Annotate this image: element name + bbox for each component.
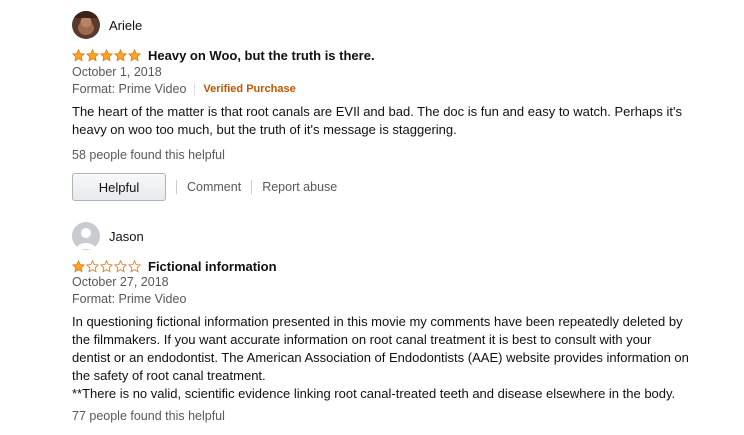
star-rating (72, 49, 142, 62)
star-filled-icon (114, 49, 127, 62)
reviewer-name[interactable]: Ariele (109, 18, 142, 33)
default-avatar-icon[interactable] (72, 222, 100, 250)
star-empty-icon (128, 260, 141, 273)
star-rating (72, 260, 142, 273)
review-title[interactable]: Fictional information (148, 259, 277, 274)
report-abuse-link[interactable]: Report abuse (262, 180, 337, 194)
star-filled-icon (100, 49, 113, 62)
format-label: Format: Prime Video (72, 292, 187, 306)
helpful-button[interactable]: Helpful (72, 173, 166, 201)
divider (251, 180, 253, 194)
review-date: October 27, 2018 (72, 275, 169, 289)
verified-purchase-badge: Verified Purchase (203, 83, 296, 95)
review-body: In questioning fictional information pre… (72, 313, 692, 403)
helpful-count: 77 people found this helpful (72, 409, 225, 423)
review-text: The heart of the matter is that root can… (72, 104, 682, 137)
star-filled-icon (72, 49, 85, 62)
comment-link[interactable]: Comment (187, 180, 241, 194)
review-text: In questioning fictional information pre… (72, 314, 689, 383)
review-actions: Helpful Comment Report abuse (72, 173, 337, 201)
divider (194, 82, 196, 96)
review-body: The heart of the matter is that root can… (72, 103, 692, 139)
star-empty-icon (100, 260, 113, 273)
review-format-row: Format: Prime Video (72, 292, 186, 306)
divider (176, 180, 177, 194)
helpful-count: 58 people found this helpful (72, 148, 225, 162)
review-date: October 1, 2018 (72, 65, 162, 79)
star-filled-icon (86, 49, 99, 62)
review-text: **There is no valid, scientific evidence… (72, 386, 676, 401)
star-empty-icon (86, 260, 99, 273)
reviewer-profile[interactable]: Jason (72, 222, 144, 250)
review-format-row: Format: Prime Video Verified Purchase (72, 82, 296, 96)
star-filled-icon (72, 260, 85, 273)
reviewer-name[interactable]: Jason (109, 229, 144, 244)
format-label: Format: Prime Video (72, 82, 187, 96)
star-filled-icon (128, 49, 141, 62)
reviewer-profile[interactable]: Ariele (72, 11, 142, 39)
review-title[interactable]: Heavy on Woo, but the truth is there. (148, 48, 375, 63)
avatar[interactable] (72, 11, 100, 39)
star-empty-icon (114, 260, 127, 273)
